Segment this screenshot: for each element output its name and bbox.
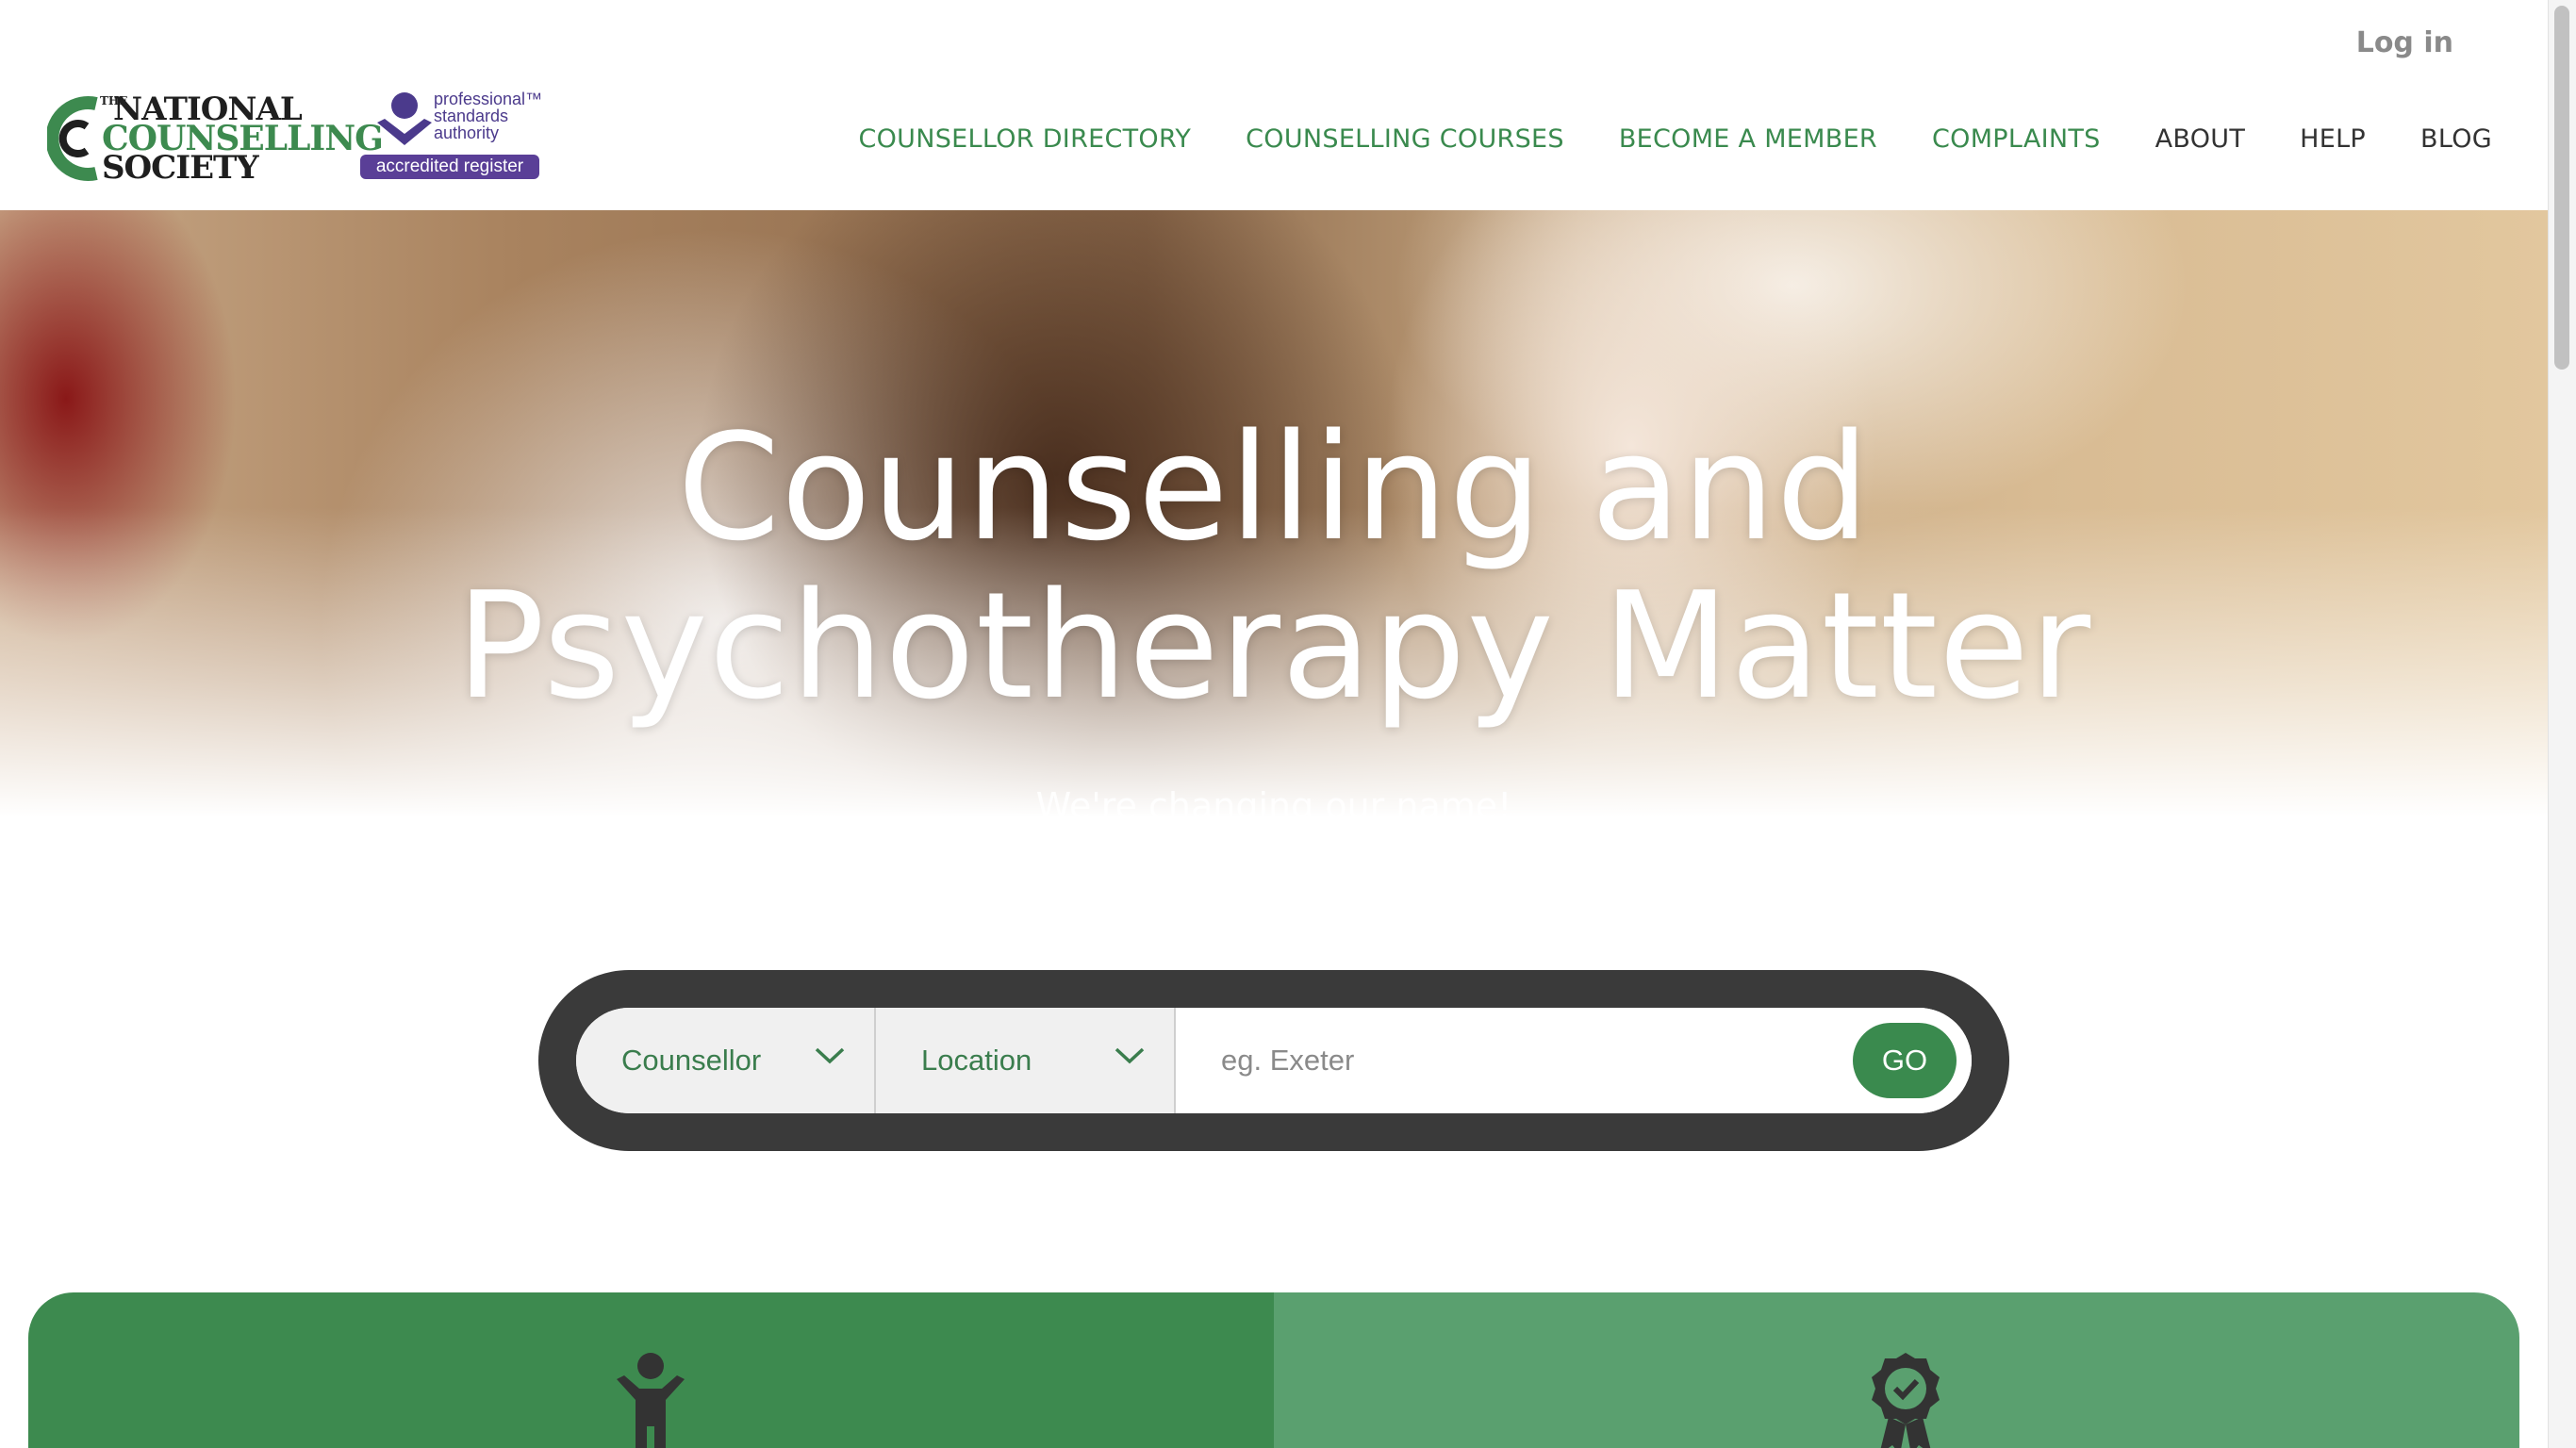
feature-panel-accredited[interactable] [1274,1292,2519,1448]
hero-title: Counselling and Psychotherapy Matter [0,408,2548,725]
scrollbar-thumb[interactable] [2554,6,2569,370]
login-link[interactable]: Log in [2356,26,2453,59]
nav-counsellor-directory[interactable]: COUNSELLOR DIRECTORY [858,124,1191,154]
psa-text: professional™ standards authority [434,90,542,141]
directory-search-bar: Counsellor Location GO [538,970,2009,1151]
psa-accredited-tag: accredited register [360,155,539,179]
hero-banner: Counselling and Psychotherapy Matter We'… [0,210,2548,870]
psa-figure-icon [377,92,432,145]
person-icon [617,1353,685,1448]
logo-society: SOCIETY [102,149,259,187]
hero-subtitle: We're changing our name! [1035,785,1512,827]
nav-help[interactable]: HELP [2300,124,2366,154]
feature-panels [28,1292,2519,1448]
chevron-down-icon [1115,1047,1145,1064]
psa-line1: professional™ [434,90,543,108]
psa-line3: authority [434,123,500,142]
nav-complaints[interactable]: COMPLAINTS [1932,124,2101,154]
search-type-value: Counsellor [621,1044,762,1077]
search-mode-select[interactable]: Location [876,1008,1176,1113]
go-button[interactable]: GO [1853,1023,1957,1098]
nav-blog[interactable]: BLOG [2420,124,2492,154]
nav-counselling-courses[interactable]: COUNSELLING COURSES [1246,124,1564,154]
search-mode-value: Location [921,1044,1032,1077]
logo-the: THE [100,94,128,107]
page-scrollbar[interactable] [2548,0,2576,1448]
site-header: Log in THE NATIONAL COUNSELLING SOCIETY … [0,0,2548,210]
chevron-down-icon [815,1047,845,1064]
logo-c-mark-icon [47,96,98,181]
main-nav: COUNSELLOR DIRECTORY COUNSELLING COURSES… [858,124,2492,154]
psa-line2: standards [434,107,509,125]
psa-badge[interactable]: professional™ standards authority accred… [358,90,542,181]
search-inner: Counsellor Location GO [576,1008,1972,1113]
feature-panel-find[interactable] [28,1292,1274,1448]
search-type-select[interactable]: Counsellor [576,1008,876,1113]
nav-about[interactable]: ABOUT [2155,124,2246,154]
nav-become-a-member[interactable]: BECOME A MEMBER [1619,124,1877,154]
hero-subtitle-detail: We're about to become the National Couns… [542,837,2006,870]
award-badge-icon [1872,1353,1940,1448]
ncs-logo[interactable]: THE NATIONAL COUNSELLING SOCIETY [47,90,384,187]
hero-title-line1: Counselling and [677,402,1871,573]
hero-title-line2: Psychotherapy Matter [455,560,2092,732]
